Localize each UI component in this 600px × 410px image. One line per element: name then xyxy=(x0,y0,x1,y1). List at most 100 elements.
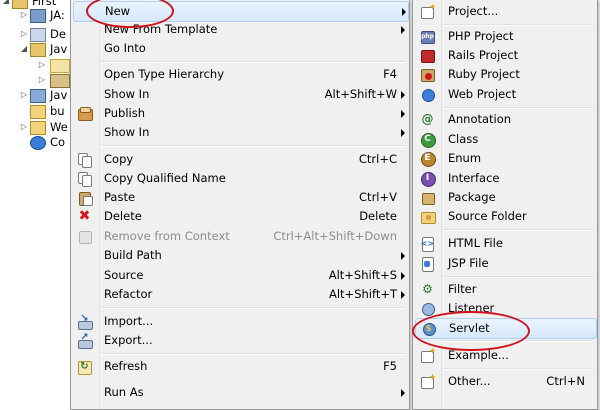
refresh-icon: ↻ xyxy=(77,359,92,375)
descriptor-icon xyxy=(30,28,46,42)
menu-item-label: Show In xyxy=(104,87,150,101)
tree-label: Jav xyxy=(50,42,68,56)
java-folder-icon xyxy=(30,43,46,57)
menu-item-shortcut: Ctrl+C xyxy=(358,152,397,166)
copy-icon xyxy=(77,152,92,168)
menu-item-label: New xyxy=(105,4,131,18)
submenu-item-package[interactable]: Package xyxy=(415,188,595,207)
menu-item-import[interactable]: ↘ Import... xyxy=(73,312,407,331)
filter-icon: ⚙ xyxy=(422,282,433,296)
import-icon: ↘ xyxy=(77,314,93,330)
menu-item-shortcut: Alt+Shift+W xyxy=(324,87,397,101)
submenu-item-annotation[interactable]: @ Annotation xyxy=(415,110,595,129)
submenu-item-rails-project[interactable]: Rails Project xyxy=(415,46,595,65)
menu-item-label: Package xyxy=(448,190,496,204)
submenu-item-html-file[interactable]: <> HTML File xyxy=(415,234,595,253)
menu-item-label: Other... xyxy=(448,374,491,388)
menu-item-label: PHP Project xyxy=(448,29,514,43)
menu-item-label: Enum xyxy=(448,151,482,165)
menu-item-publish[interactable]: Publish xyxy=(73,104,407,123)
expand-icon[interactable]: ◢ xyxy=(2,0,10,10)
menu-item-source[interactable]: Source Alt+Shift+S xyxy=(73,266,407,285)
menu-item-label: Open Type Hierarchy xyxy=(104,67,225,81)
example-icon: ✦ xyxy=(420,348,436,363)
collapse-arrow-icon[interactable]: ▷ xyxy=(38,71,46,89)
enum-icon: E xyxy=(420,151,436,167)
jsp-file-icon xyxy=(420,256,435,272)
menu-item-label: Copy Qualified Name xyxy=(104,171,226,185)
globe-icon xyxy=(30,136,46,150)
menu-item-label: Show In xyxy=(104,125,150,139)
menu-item-label: Export... xyxy=(104,333,153,347)
menu-item-refactor[interactable]: Refactor Alt+Shift+T xyxy=(73,285,407,304)
paste-icon xyxy=(77,190,93,206)
publish-icon xyxy=(77,106,93,121)
new-project-icon: ✦ xyxy=(420,4,436,19)
submenu-item-source-folder[interactable]: Source Folder xyxy=(415,207,595,226)
menu-separator xyxy=(101,353,405,355)
collapse-arrow-icon[interactable]: ▷ xyxy=(20,6,28,24)
collapse-arrow-icon[interactable]: ▷ xyxy=(20,118,28,136)
menu-separator xyxy=(443,340,593,342)
submenu-item-php-project[interactable]: php PHP Project xyxy=(415,27,595,46)
menu-item-build-path[interactable]: Build Path xyxy=(73,246,407,265)
menu-separator xyxy=(101,61,405,63)
package-icon xyxy=(420,190,435,205)
menu-item-export[interactable]: ↗ Export... xyxy=(73,331,407,350)
export-icon: ↗ xyxy=(77,333,93,349)
menu-item-delete[interactable]: ✖ Delete Delete xyxy=(73,207,407,226)
submenu-arrow-icon xyxy=(401,129,405,137)
folder-icon xyxy=(30,105,46,119)
submenu-item-enum[interactable]: E Enum xyxy=(415,149,595,168)
submenu-item-other[interactable]: ✦ Other... Ctrl+N xyxy=(415,372,595,391)
menu-item-label: Class xyxy=(448,132,479,146)
submenu-item-filter[interactable]: ⚙ Filter xyxy=(415,280,595,299)
context-menu: New New From Template Go Into Open Type … xyxy=(70,0,410,410)
menu-item-label: Import... xyxy=(104,314,154,328)
menu-item-paste[interactable]: Paste Ctrl+V xyxy=(73,188,407,207)
servlet-icon: S xyxy=(421,321,436,336)
menu-item-label: Example... xyxy=(448,348,509,362)
submenu-item-ruby-project[interactable]: Ruby Project xyxy=(415,65,595,84)
menu-item-refresh[interactable]: ↻ Refresh F5 xyxy=(73,357,407,376)
other-icon: ✦ xyxy=(420,374,436,389)
menu-item-shortcut: Alt+Shift+T xyxy=(328,287,397,301)
java-resources-icon xyxy=(30,89,46,103)
menu-item-run-as[interactable]: Run As xyxy=(73,383,407,402)
php-project-icon: php xyxy=(420,29,435,44)
menu-item-shortcut: Alt+Shift+S xyxy=(328,268,397,282)
menu-item-label: Filter xyxy=(448,282,477,296)
menu-item-show-in-2[interactable]: Show In xyxy=(73,123,407,142)
rails-project-icon xyxy=(420,48,435,63)
submenu-item-listener[interactable]: Listener xyxy=(415,299,595,318)
copy-icon xyxy=(77,171,92,187)
submenu-item-class[interactable]: C Class xyxy=(415,130,595,149)
delete-icon: ✖ xyxy=(78,208,91,224)
submenu-item-jsp-file[interactable]: JSP File xyxy=(415,254,595,273)
menu-item-shortcut: Ctrl+Alt+Shift+Down xyxy=(273,229,397,243)
submenu-arrow-icon xyxy=(401,26,405,34)
menu-item-label: Run As xyxy=(104,385,144,399)
menu-item-shortcut: F4 xyxy=(383,67,397,81)
collapse-arrow-icon[interactable]: ▷ xyxy=(20,86,28,104)
menu-separator xyxy=(443,368,593,370)
submenu-item-project[interactable]: ✦ Project... xyxy=(415,2,595,21)
menu-item-label: Remove from Context xyxy=(104,229,230,243)
menu-item-new[interactable]: New xyxy=(73,1,409,22)
expand-icon[interactable]: ◢ xyxy=(20,40,28,58)
menu-item-copy[interactable]: Copy Ctrl+C xyxy=(73,150,407,169)
menu-item-new-from-template[interactable]: New From Template xyxy=(73,20,407,39)
menu-item-open-type-hierarchy[interactable]: Open Type Hierarchy F4 xyxy=(73,65,407,84)
menu-item-label: Servlet xyxy=(449,321,490,335)
submenu-item-example[interactable]: ✦ Example... xyxy=(415,346,595,365)
submenu-item-servlet[interactable]: S Servlet xyxy=(415,318,597,339)
menu-item-copy-qualified-name[interactable]: Copy Qualified Name xyxy=(73,169,407,188)
menu-item-label: Rails Project xyxy=(448,48,519,62)
submenu-item-interface[interactable]: I Interface xyxy=(415,169,595,188)
submenu-item-web-project[interactable]: Web Project xyxy=(415,85,595,104)
menu-item-remove-from-context[interactable]: Remove from Context Ctrl+Alt+Shift+Down xyxy=(73,227,407,246)
menu-item-show-in[interactable]: Show In Alt+Shift+W xyxy=(73,85,407,104)
menu-separator xyxy=(443,24,593,26)
menu-item-label: Copy xyxy=(104,152,134,166)
menu-item-go-into[interactable]: Go Into xyxy=(73,39,407,58)
